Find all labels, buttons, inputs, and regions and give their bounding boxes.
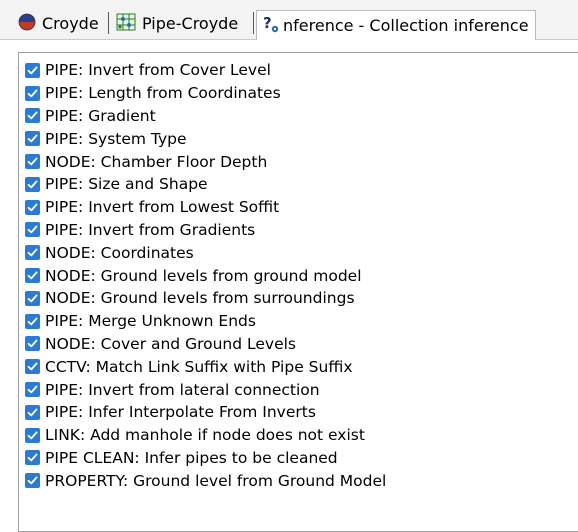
grid-network-icon [116,13,136,35]
tab-label: nference - Collection inference [283,15,529,35]
list-item-label: NODE: Coordinates [45,243,194,262]
checkbox-checked-icon[interactable] [25,222,40,238]
list-item-label: PIPE: System Type [45,129,187,148]
list-item[interactable]: PROPERTY: Ground level from Ground Model [25,469,386,492]
checkbox-checked-icon[interactable] [25,62,40,78]
list-item-label: PIPE: Size and Shape [45,175,208,194]
list-item-label: NODE: Ground levels from ground model [45,266,362,285]
tab-separator [108,12,109,34]
checkbox-checked-icon[interactable] [25,427,40,443]
list-item[interactable]: NODE: Coordinates [25,241,386,264]
checkbox-checked-icon[interactable] [25,473,40,489]
list-item[interactable]: NODE: Chamber Floor Depth [25,150,386,173]
checkbox-checked-icon[interactable] [25,404,40,420]
svg-text:?: ? [263,14,272,32]
tab-bar: Croyde Pipe-Croyde ? nference - Collecti… [0,0,578,40]
checkbox-checked-icon[interactable] [25,108,40,124]
list-item-label: PIPE: Invert from Gradients [45,220,256,239]
checkbox-checked-icon[interactable] [25,131,40,147]
list-item-label: PIPE CLEAN: Infer pipes to be cleaned [45,448,338,467]
list-item[interactable]: PIPE: Length from Coordinates [25,82,386,105]
list-item[interactable]: PIPE: Invert from Lowest Soffit [25,196,386,219]
list-item[interactable]: NODE: Cover and Ground Levels [25,333,386,356]
tab-pipe-croyde[interactable]: Pipe-Croyde [116,10,238,38]
list-item-label: NODE: Chamber Floor Depth [45,152,268,171]
list-item[interactable]: PIPE: Merge Unknown Ends [25,310,386,333]
list-item[interactable]: PIPE: Invert from Gradients [25,219,386,242]
list-item-label: PIPE: Length from Coordinates [45,84,281,103]
list-item[interactable]: NODE: Ground levels from surroundings [25,287,386,310]
checkbox-checked-icon[interactable] [25,268,40,284]
checkbox-checked-icon[interactable] [25,382,40,398]
list-item-label: PROPERTY: Ground level from Ground Model [45,471,387,490]
list-item[interactable]: LINK: Add manhole if node does not exist [25,424,386,447]
checkbox-checked-icon[interactable] [25,450,40,466]
list-item[interactable]: PIPE CLEAN: Infer pipes to be cleaned [25,447,386,470]
list-item[interactable]: CCTV: Match Link Suffix with Pipe Suffix [25,355,386,378]
tab-label: Croyde [42,14,99,33]
checkbox-checked-icon[interactable] [25,336,40,352]
list-item-label: CCTV: Match Link Suffix with Pipe Suffix [45,357,353,376]
tab-separator [253,12,254,34]
list-item-label: NODE: Ground levels from surroundings [45,289,355,308]
checkbox-checked-icon[interactable] [25,176,40,192]
list-item[interactable]: PIPE: Gradient [25,105,386,128]
list-item-label: PIPE: Gradient [45,106,156,125]
list-item[interactable]: PIPE: Size and Shape [25,173,386,196]
list-item-label: NODE: Cover and Ground Levels [45,334,297,353]
tab-collection-inference[interactable]: ? nference - Collection inference [256,10,536,40]
list-item-label: PIPE: Invert from Lowest Soffit [45,198,280,217]
tab-croyde[interactable]: Croyde [18,10,99,38]
checkbox-checked-icon[interactable] [25,154,40,170]
list-item[interactable]: PIPE: Infer Interpolate From Inverts [25,401,386,424]
list-item-label: LINK: Add manhole if node does not exist [45,426,365,445]
list-item[interactable]: NODE: Ground levels from ground model [25,264,386,287]
list-item-label: PIPE: Invert from Cover Level [45,61,271,80]
inference-rules-panel: PIPE: Invert from Cover Level PIPE: Leng… [18,52,578,532]
list-item-label: PIPE: Infer Interpolate From Inverts [45,403,316,422]
tab-label: Pipe-Croyde [142,14,239,33]
list-item-label: PIPE: Invert from lateral connection [45,380,320,399]
inference-question-icon: ? [261,14,281,38]
checkbox-checked-icon[interactable] [25,245,40,261]
network-globe-icon [18,13,36,35]
list-item[interactable]: PIPE: Invert from Cover Level [25,59,386,82]
checkbox-checked-icon[interactable] [25,85,40,101]
checkbox-checked-icon[interactable] [25,290,40,306]
inference-rule-list: PIPE: Invert from Cover Level PIPE: Leng… [25,59,386,492]
list-item[interactable]: PIPE: System Type [25,127,386,150]
checkbox-checked-icon[interactable] [25,313,40,329]
checkbox-checked-icon[interactable] [25,199,40,215]
list-item-label: PIPE: Merge Unknown Ends [45,312,256,331]
checkbox-checked-icon[interactable] [25,359,40,375]
list-item[interactable]: PIPE: Invert from lateral connection [25,378,386,401]
